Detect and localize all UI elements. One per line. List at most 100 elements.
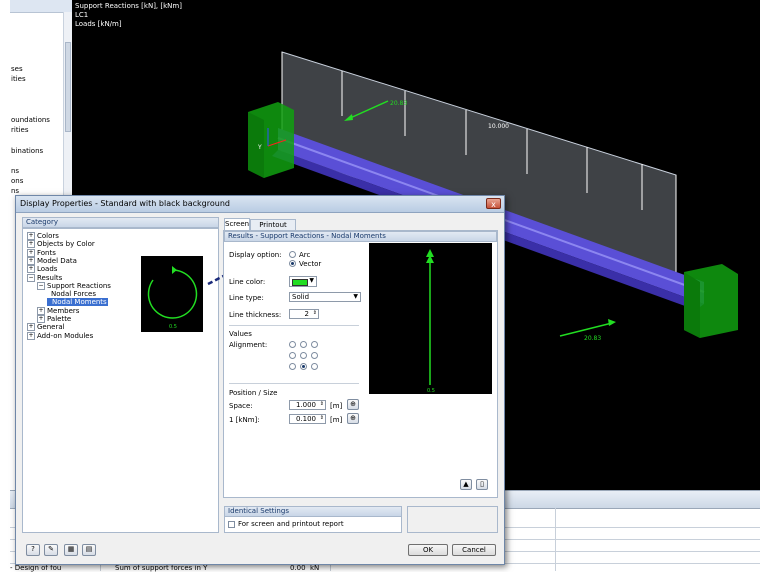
space-label: Space:: [229, 402, 253, 410]
reaction-value-label: 20.83: [584, 335, 602, 342]
expand-icon[interactable]: +: [37, 306, 45, 315]
alignment-label: Alignment:: [229, 341, 268, 349]
expand-icon[interactable]: +: [27, 232, 35, 240]
table-gridline: [555, 508, 556, 571]
pick-icon: ⊕: [350, 414, 356, 422]
arc-radio[interactable]: [289, 251, 296, 258]
tree-item[interactable]: + Members: [37, 306, 80, 315]
line-thickness-input[interactable]: 2 ⇕: [289, 309, 319, 319]
tree-item-label: Nodal Moments: [52, 298, 107, 307]
close-button[interactable]: x: [486, 198, 501, 209]
expand-icon[interactable]: +: [27, 331, 35, 340]
scale-unit: [m]: [330, 416, 343, 424]
tree-item[interactable]: − Results: [27, 273, 62, 282]
table-cell: kN: [310, 564, 320, 572]
expand-icon[interactable]: +: [27, 240, 35, 249]
settings-panel: Results - Support Reactions - Nodal Mome…: [223, 230, 498, 498]
chevron-down-icon: ▼: [309, 277, 314, 284]
alignment-radio[interactable]: [300, 352, 307, 359]
help-icon: ?: [31, 545, 35, 553]
navigator-item[interactable]: ons: [11, 177, 23, 185]
tree-item-label: Members: [47, 306, 80, 315]
help-button[interactable]: ?: [26, 544, 40, 556]
line-type-select[interactable]: Solid ▼: [289, 292, 361, 302]
spinner-icon[interactable]: ⇕: [320, 400, 324, 408]
tree-item-label: Objects by Color: [37, 240, 95, 249]
default-settings-button[interactable]: ▲: [460, 479, 472, 490]
navigator-item[interactable]: binations: [11, 147, 43, 155]
tree-item[interactable]: + Model Data: [27, 256, 77, 265]
tree-item[interactable]: + Loads: [27, 265, 58, 274]
scale-input[interactable]: 0.100 ⇕: [289, 414, 326, 424]
alignment-radio[interactable]: [289, 352, 296, 359]
tree-item[interactable]: Nodal Moments: [47, 298, 108, 307]
navigator-item[interactable]: oundations: [11, 116, 50, 124]
cancel-button[interactable]: Cancel: [452, 544, 496, 556]
expand-icon[interactable]: +: [27, 323, 35, 332]
identical-checkbox[interactable]: [228, 521, 235, 528]
expand-icon[interactable]: +: [37, 315, 45, 323]
alignment-radio[interactable]: [289, 341, 296, 348]
navigator-item[interactable]: ses: [11, 65, 23, 73]
vector-label: Vector: [299, 260, 322, 268]
scale-label: 1 [kNm]:: [229, 416, 260, 424]
chevron-down-icon: ▼: [353, 293, 358, 300]
spinner-icon[interactable]: ⇕: [320, 414, 324, 422]
expand-icon[interactable]: +: [27, 265, 35, 274]
export-button[interactable]: ▤: [82, 544, 96, 556]
tree-item[interactable]: + General: [27, 323, 65, 332]
tree-item-label: Support Reactions: [47, 281, 111, 290]
tree-item[interactable]: + Fonts: [27, 248, 56, 257]
alignment-radio[interactable]: [311, 341, 318, 348]
edit-button[interactable]: ✎: [44, 544, 58, 556]
reaction-value-label: 20.83: [390, 100, 408, 107]
tree-item[interactable]: + Add-on Modules: [27, 331, 93, 340]
navigator-item[interactable]: rities: [11, 126, 28, 134]
tab-printout-report[interactable]: Printout Report: [250, 219, 296, 240]
display-properties-dialog: Display Properties - Standard with black…: [15, 195, 505, 565]
tree-item[interactable]: Nodal Forces: [47, 290, 96, 298]
expand-icon[interactable]: +: [27, 248, 35, 257]
values-label: Values: [229, 330, 252, 338]
alignment-radio[interactable]: [289, 363, 296, 370]
save-settings-button[interactable]: ▯: [476, 479, 488, 490]
space-input[interactable]: 1.000 ⇕: [289, 400, 326, 410]
line-type-value: Solid: [292, 293, 310, 301]
pick-space-button[interactable]: ⊕: [347, 399, 359, 410]
pick-icon: ⊕: [350, 400, 356, 408]
tree-item[interactable]: + Palette: [37, 315, 71, 323]
alignment-radio[interactable]: [311, 352, 318, 359]
tree-item[interactable]: − Support Reactions: [37, 281, 111, 290]
alignment-radio[interactable]: [300, 363, 307, 370]
arc-preview-image: 0.5: [141, 256, 203, 332]
empty-panel: [407, 506, 498, 533]
position-size-label: Position / Size: [229, 389, 278, 397]
tree-item[interactable]: + Colors: [27, 232, 59, 240]
category-tree[interactable]: + Colors + Objects by Color + Fonts + Model Dat…: [22, 228, 219, 533]
tab-screen[interactable]: Screen: [224, 218, 250, 230]
spinner-icon[interactable]: ⇕: [313, 309, 317, 317]
display-option-label: Display option:: [229, 251, 282, 259]
dialog-titlebar[interactable]: Display Properties - Standard with black…: [16, 196, 504, 213]
navigator-item[interactable]: ns: [11, 187, 19, 195]
navigator-item[interactable]: ities: [11, 75, 26, 83]
vector-radio[interactable]: [289, 260, 296, 267]
tree-item-label: Model Data: [37, 256, 77, 265]
import-button[interactable]: ▦: [64, 544, 78, 556]
tree-item[interactable]: + Objects by Color: [27, 240, 95, 249]
line-type-label: Line type:: [229, 294, 264, 302]
scrollbar-thumb[interactable]: [65, 42, 71, 132]
collapse-icon[interactable]: −: [37, 281, 45, 290]
tree-item-label: Loads: [37, 265, 58, 274]
alignment-radio[interactable]: [311, 363, 318, 370]
section-header: Results - Support Reactions - Nodal Mome…: [224, 231, 497, 242]
expand-icon[interactable]: +: [27, 256, 35, 265]
table-cell: Sum of support forces in Y: [115, 564, 208, 572]
alignment-radio[interactable]: [300, 341, 307, 348]
line-color-picker[interactable]: ▼: [289, 276, 317, 287]
collapse-icon[interactable]: −: [27, 273, 35, 282]
navigator-item[interactable]: ns: [11, 167, 19, 175]
ok-button[interactable]: OK: [408, 544, 448, 556]
pick-scale-button[interactable]: ⊕: [347, 413, 359, 424]
separator: [229, 383, 359, 384]
